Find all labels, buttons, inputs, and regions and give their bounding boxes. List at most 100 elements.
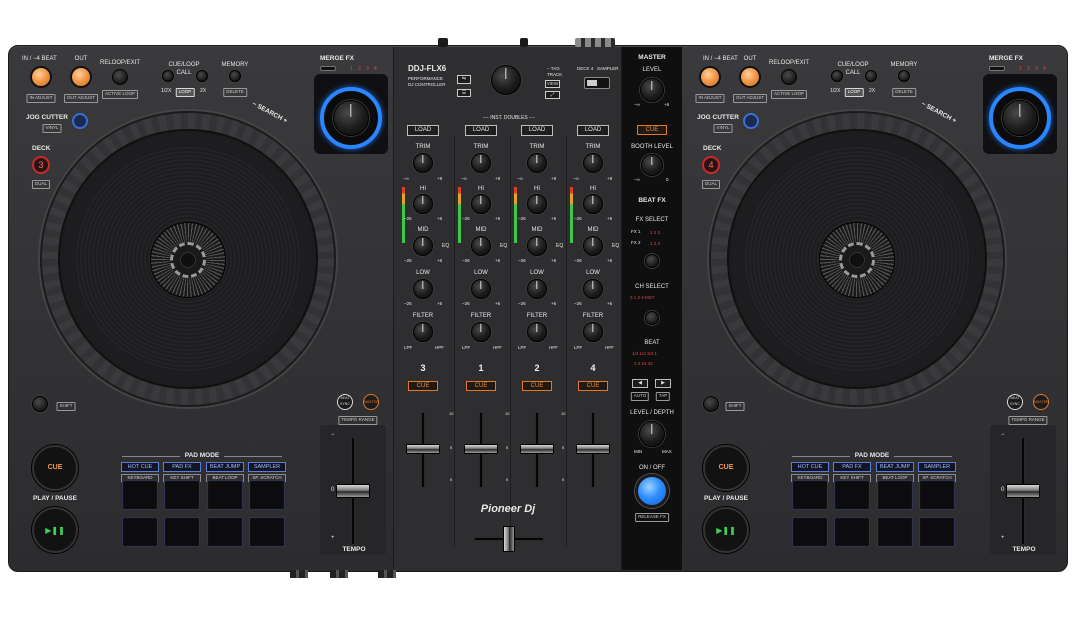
view-button[interactable]: VIEW [545, 80, 560, 88]
mid-knob-ch3[interactable] [413, 236, 433, 256]
list-button[interactable]: ☰ [457, 89, 471, 97]
deck-select-button[interactable]: 3 [32, 156, 50, 174]
hi-knob-ch4[interactable] [583, 194, 603, 214]
performance-pad-8[interactable] [919, 517, 955, 547]
call-right-button[interactable] [196, 70, 208, 82]
low-knob-ch4[interactable] [583, 279, 603, 299]
load-button-ch3[interactable]: LOAD [407, 125, 439, 136]
pad-mode-hot-cue[interactable]: HOT CUE [121, 462, 159, 472]
level-meter-ch1 [458, 187, 461, 243]
performance-pad-3[interactable] [877, 480, 913, 510]
ch-select-button[interactable] [645, 311, 659, 325]
browse-knob[interactable] [491, 65, 521, 95]
load-button-ch2[interactable]: LOAD [521, 125, 553, 136]
performance-pad-1[interactable] [792, 480, 828, 510]
master-level-knob[interactable] [640, 78, 664, 102]
beat-right-button[interactable]: ▶ [655, 379, 671, 388]
master-cue-button[interactable]: CUE [637, 125, 667, 135]
pad-mode-beat-jump[interactable]: BEAT JUMP [876, 462, 914, 472]
performance-pad-2[interactable] [834, 480, 870, 510]
reloop-exit-button[interactable] [112, 69, 128, 85]
out-button[interactable] [70, 66, 92, 88]
pad-mode-pad-fx[interactable]: PAD FX [833, 462, 871, 472]
fx-select-button[interactable] [645, 254, 659, 268]
play-pause-icon: ▶❚❚ [716, 526, 736, 535]
pad-mode-sampler[interactable]: SAMPLER [918, 462, 956, 472]
beat-left-button[interactable]: ◀ [632, 379, 648, 388]
memory-button[interactable] [229, 70, 241, 82]
merge-fx-knob[interactable] [333, 100, 369, 136]
hi-knob-ch3[interactable] [413, 194, 433, 214]
channel-fader-cap-ch1[interactable] [464, 444, 498, 454]
channel-fader-cap-ch2[interactable] [520, 444, 554, 454]
channel-fader-cap-ch4[interactable] [576, 444, 610, 454]
jog-cutter-button[interactable] [72, 113, 88, 129]
reloop-exit-button[interactable] [781, 69, 797, 85]
performance-pad-5[interactable] [122, 517, 158, 547]
tempo-fader-cap[interactable] [1006, 484, 1040, 498]
filter-knob-ch4[interactable] [583, 322, 603, 342]
out-button[interactable] [739, 66, 761, 88]
jog-cutter-button[interactable] [743, 113, 759, 129]
trim-knob-ch1[interactable] [471, 153, 491, 173]
performance-pad-6[interactable] [834, 517, 870, 547]
low-knob-ch2[interactable] [527, 279, 547, 299]
mid-knob-ch4[interactable] [583, 236, 603, 256]
memory-button[interactable] [898, 70, 910, 82]
tempo-fader-cap[interactable] [336, 484, 370, 498]
hi-knob-ch2[interactable] [527, 194, 547, 214]
low-knob-ch3[interactable] [413, 279, 433, 299]
call-right-button[interactable] [865, 70, 877, 82]
performance-pad-1[interactable] [122, 480, 158, 510]
deck-sampler-switch[interactable] [584, 77, 610, 89]
pad-mode-hot-cue[interactable]: HOT CUE [791, 462, 829, 472]
hi-knob-ch1[interactable] [471, 194, 491, 214]
shift-button[interactable] [703, 396, 719, 412]
performance-pad-8[interactable] [249, 517, 285, 547]
crossfader-cap[interactable] [503, 526, 515, 552]
pad-mode-sampler[interactable]: SAMPLER [248, 462, 286, 472]
mid-knob-ch1[interactable] [471, 236, 491, 256]
master-sync-button[interactable]: MASTER [363, 394, 379, 410]
level-depth-knob[interactable] [639, 421, 665, 447]
deck-select-button[interactable]: 4 [702, 156, 720, 174]
cue-button-ch3[interactable]: CUE [408, 381, 438, 391]
merge-fx-knob[interactable] [1002, 100, 1038, 136]
back-button[interactable]: ⇆ [457, 75, 471, 84]
performance-pad-4[interactable] [919, 480, 955, 510]
fx-on-off-button[interactable] [635, 474, 669, 508]
cue-button-ch1[interactable]: CUE [466, 381, 496, 391]
mid-knob-ch2[interactable] [527, 236, 547, 256]
trim-knob-ch2[interactable] [527, 153, 547, 173]
cue-button-ch2[interactable]: CUE [522, 381, 552, 391]
cue-button-ch4[interactable]: CUE [578, 381, 608, 391]
call-left-button[interactable] [162, 70, 174, 82]
load-button-ch4[interactable]: LOAD [577, 125, 609, 136]
load-button-ch1[interactable]: LOAD [465, 125, 497, 136]
low-knob-ch1[interactable] [471, 279, 491, 299]
call-left-button[interactable] [831, 70, 843, 82]
performance-pad-7[interactable] [207, 517, 243, 547]
pad-mode-beat-jump[interactable]: BEAT JUMP [206, 462, 244, 472]
booth-level-knob[interactable] [641, 154, 663, 176]
in-button[interactable] [699, 66, 721, 88]
performance-pad-3[interactable] [207, 480, 243, 510]
performance-pad-6[interactable] [164, 517, 200, 547]
performance-pad-4[interactable] [249, 480, 285, 510]
filter-knob-ch2[interactable] [527, 322, 547, 342]
beat-sync-button[interactable]: BEAT SYNC [1007, 394, 1023, 410]
edit-button[interactable]: ⤢ [545, 91, 560, 99]
in-button[interactable] [30, 66, 52, 88]
shift-button[interactable] [32, 396, 48, 412]
filter-knob-ch1[interactable] [471, 322, 491, 342]
master-sync-button[interactable]: MASTER [1033, 394, 1049, 410]
beat-sync-button[interactable]: BEAT SYNC [337, 394, 353, 410]
trim-knob-ch3[interactable] [413, 153, 433, 173]
trim-knob-ch4[interactable] [583, 153, 603, 173]
channel-fader-cap-ch3[interactable] [406, 444, 440, 454]
performance-pad-5[interactable] [792, 517, 828, 547]
filter-knob-ch3[interactable] [413, 322, 433, 342]
performance-pad-2[interactable] [164, 480, 200, 510]
performance-pad-7[interactable] [877, 517, 913, 547]
pad-mode-pad-fx[interactable]: PAD FX [163, 462, 201, 472]
